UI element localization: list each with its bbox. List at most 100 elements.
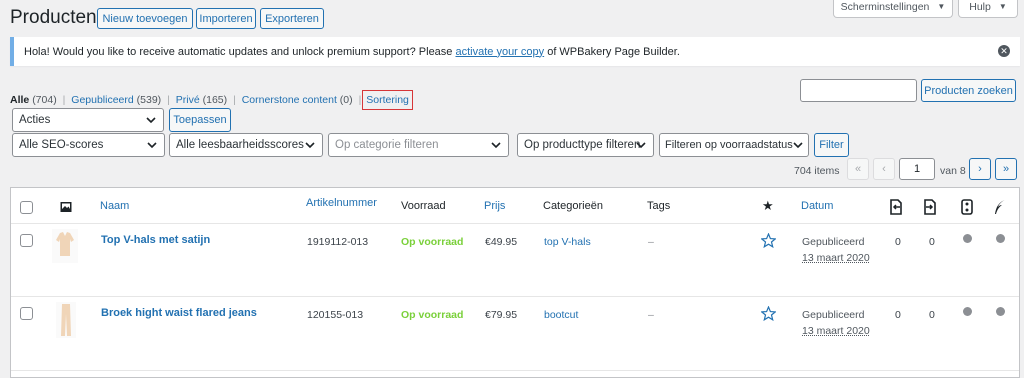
seo-score-dot (963, 234, 972, 243)
price-value: €49.95 (485, 236, 518, 248)
column-header-price[interactable]: Prijs (484, 200, 505, 212)
caret-down-icon: ▼ (937, 2, 946, 11)
star-outline-icon[interactable] (761, 233, 776, 248)
next-page-button[interactable]: › (969, 158, 991, 180)
category-link[interactable]: top V-hals (544, 236, 591, 248)
bulk-actions-select[interactable]: Acties (12, 108, 164, 132)
publish-date: 13 maart 2020 (802, 325, 870, 337)
select-all-checkbox[interactable] (20, 201, 33, 214)
readability-filter[interactable]: Alle leesbaarheidsscores (169, 133, 323, 157)
separator: | (167, 94, 170, 106)
price-value: €79.95 (485, 309, 518, 321)
incoming-links-count: 0 (929, 309, 935, 321)
tags-value: – (648, 309, 654, 321)
caret-down-icon: ▼ (998, 2, 1007, 11)
view-cornerstone[interactable]: Cornerstone content (242, 94, 337, 106)
star-outline-icon[interactable] (761, 306, 776, 321)
views-filter: Alle (704) | Gepubliceerd (539) | Privé … (10, 90, 413, 110)
publish-status: Gepubliceerd (802, 236, 865, 248)
page-total: van 8 (940, 165, 966, 177)
column-header-sku[interactable]: Artikelnummer (306, 197, 377, 209)
separator: | (233, 94, 236, 106)
product-name-link[interactable]: Top V-hals met satijn (101, 234, 210, 246)
activate-link[interactable]: activate your copy (455, 46, 544, 58)
dismiss-icon[interactable]: ✕ (998, 45, 1010, 57)
view-cornerstone-count: (0) (339, 94, 353, 106)
chevron-down-icon (146, 117, 156, 124)
outgoing-links-count: 0 (895, 309, 901, 321)
search-input[interactable] (800, 79, 917, 102)
chevron-down-icon (793, 142, 803, 149)
incoming-links-count: 0 (929, 236, 935, 248)
help-button[interactable]: Hulp ▼ (958, 0, 1018, 18)
add-new-button[interactable]: Nieuw toevoegen (97, 8, 193, 29)
search-products-button[interactable]: Producten zoeken (921, 79, 1016, 102)
category-filter[interactable]: Op categorie filteren (328, 133, 509, 157)
help-label: Hulp (969, 0, 991, 13)
column-header-tags: Tags (647, 200, 671, 212)
row-separator (11, 296, 1019, 297)
column-header-categories: Categorieën (543, 200, 603, 212)
row-checkbox[interactable] (20, 234, 33, 247)
product-type-value: Op producttype filteren (524, 139, 641, 151)
row-separator (11, 370, 1019, 371)
product-thumbnail[interactable] (56, 302, 76, 338)
prev-page-button[interactable]: ‹ (873, 158, 895, 180)
filter-button[interactable]: Filter (814, 133, 849, 157)
column-header-date[interactable]: Datum (801, 200, 833, 212)
export-button[interactable]: Exporteren (260, 8, 324, 29)
view-private-count: (165) (202, 94, 228, 106)
chevron-down-icon (636, 142, 646, 149)
view-published-count: (539) (136, 94, 162, 106)
date-cell: Gepubliceerd 13 maart 2020 (802, 234, 870, 266)
date-cell: Gepubliceerd 13 maart 2020 (802, 307, 870, 339)
outgoing-links-icon (890, 199, 902, 215)
sorting-highlight: Sortering (362, 90, 413, 110)
column-header-stock: Voorraad (401, 200, 446, 212)
row-separator (11, 223, 1019, 224)
product-name-link[interactable]: Broek hight waist flared jeans (101, 307, 257, 319)
category-link[interactable]: bootcut (544, 309, 578, 321)
chevron-down-icon (305, 142, 315, 149)
category-filter-placeholder: Op categorie filteren (335, 139, 439, 151)
column-header-name[interactable]: Naam (100, 200, 129, 212)
update-notice: Hola! Would you like to receive automati… (10, 37, 1020, 66)
bulk-actions-value: Acties (19, 114, 51, 126)
last-page-button[interactable]: » (995, 158, 1017, 180)
products-table (10, 187, 1020, 378)
separator: | (62, 94, 66, 106)
view-published[interactable]: Gepubliceerd (71, 94, 133, 106)
row-checkbox[interactable] (20, 307, 33, 320)
sku-value: 120155-013 (307, 309, 364, 321)
current-page-input[interactable]: 1 (899, 158, 935, 180)
product-thumbnail[interactable] (52, 229, 78, 263)
readability-icon (995, 200, 1005, 214)
stock-status-value: Filteren op voorraadstatus (665, 139, 793, 151)
readability-dot (996, 234, 1005, 243)
chevron-down-icon (147, 142, 157, 149)
incoming-links-icon (924, 199, 936, 215)
seo-score-value: Alle SEO-scores (19, 139, 104, 151)
page-title: Producten (10, 7, 97, 28)
tags-value: – (648, 236, 654, 248)
first-page-button[interactable]: « (847, 158, 869, 180)
view-private[interactable]: Privé (176, 94, 200, 106)
seo-score-filter[interactable]: Alle SEO-scores (12, 133, 165, 157)
notice-text-after: of WPBakery Page Builder. (544, 45, 680, 58)
publish-date: 13 maart 2020 (802, 252, 870, 264)
notice-text-before: Hola! Would you like to receive automati… (24, 45, 456, 58)
sku-value: 1919112-013 (307, 236, 369, 248)
apply-button[interactable]: Toepassen (169, 108, 231, 132)
import-button[interactable]: Importeren (196, 8, 256, 29)
chevron-down-icon (491, 142, 501, 149)
separator: | (358, 94, 362, 106)
product-type-filter[interactable]: Op producttype filteren (517, 133, 654, 157)
view-sorting[interactable]: Sortering (366, 94, 409, 106)
screen-options-label: Scherminstellingen (840, 0, 930, 13)
seo-score-dot (963, 307, 972, 316)
view-all[interactable]: Alle (10, 94, 29, 106)
screen-options-button[interactable]: Scherminstellingen ▼ (833, 0, 953, 18)
stock-status-filter[interactable]: Filteren op voorraadstatus (659, 133, 809, 157)
view-all-count: (704) (32, 94, 57, 106)
featured-star-icon[interactable]: ★ (762, 198, 774, 214)
